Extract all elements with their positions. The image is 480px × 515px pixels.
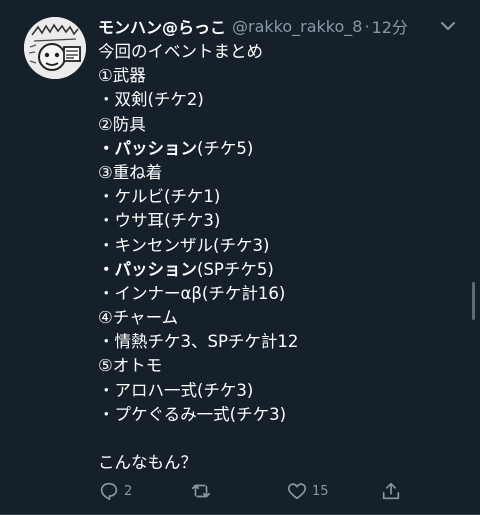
retweet-icon (191, 484, 211, 498)
tweet-line: ・インナーαβ(チケ計16) (98, 283, 286, 303)
tweet-header: モンハン@らっこ @rakko_rakko_8 · 12分 (98, 14, 440, 38)
share-button[interactable] (380, 478, 402, 504)
heart-icon (287, 483, 307, 500)
scrollbar-thumb[interactable] (472, 282, 475, 320)
separator-dot: · (364, 16, 370, 36)
line-prefix: ・ (98, 138, 115, 158)
tweet-line: ・ケルビ(チケ1) (98, 187, 221, 207)
avatar-icon[interactable] (24, 17, 86, 79)
tweet-line: ④チャーム (98, 308, 179, 328)
retweet-button[interactable] (190, 478, 216, 504)
line-bold-text: パッション (114, 138, 198, 158)
tweet-line (98, 427, 458, 451)
tweet-line: ②防具 (98, 114, 146, 134)
tweet-line: ⑤オトモ (98, 356, 163, 376)
line-prefix: ・ (98, 259, 115, 279)
line-suffix: (SPチケ5) (197, 259, 274, 279)
tweet-line: ・ウサ耳(チケ3) (98, 211, 221, 231)
tweet-line: ・情熱チケ3、SPチケ計12 (98, 332, 299, 352)
line-suffix: (チケ5) (197, 138, 254, 158)
tweet-line: ・アロハ一式(チケ3) (98, 380, 254, 400)
reply-button[interactable]: 2 (98, 478, 132, 504)
timestamp[interactable]: 12分 (372, 14, 408, 38)
tweet-line: ・双剣(チケ2) (98, 90, 204, 110)
display-name[interactable]: モンハン@らっこ (98, 14, 226, 38)
like-button[interactable]: 15 (286, 478, 329, 504)
tweet-actions: 2 15 (98, 478, 428, 504)
tweet-line: ③重ね着 (98, 162, 163, 182)
share-icon (382, 482, 400, 500)
tweet-text: 今回のイベントまとめ ①武器 ・双剣(チケ2) ②防具 ・パッション(チケ5) ③重ね着・… (98, 40, 458, 475)
tweet-line: ・プケぐるみ一式(チケ3) (98, 404, 287, 424)
user-handle[interactable]: @rakko_rakko_8 (232, 17, 362, 36)
line-bold-text: パッション (114, 259, 198, 279)
reply-icon (100, 482, 118, 501)
reply-count: 2 (124, 483, 133, 499)
like-count: 15 (312, 483, 329, 499)
tweet-line: ①武器 (98, 66, 146, 86)
tweet-line: ・パッション(SPチケ5) (98, 258, 458, 282)
chevron-down-icon[interactable] (438, 16, 458, 36)
tweet-line: 今回のイベントまとめ (98, 42, 263, 61)
tweet-line: ・パッション(チケ5) (98, 137, 458, 161)
tweet-line: こんなもん？ (98, 453, 197, 473)
tweet-card[interactable]: モンハン@らっこ @rakko_rakko_8 · 12分 今回のイベントまとめ… (0, 0, 480, 515)
tweet-line: ・キンセンザル(チケ3) (98, 235, 270, 255)
